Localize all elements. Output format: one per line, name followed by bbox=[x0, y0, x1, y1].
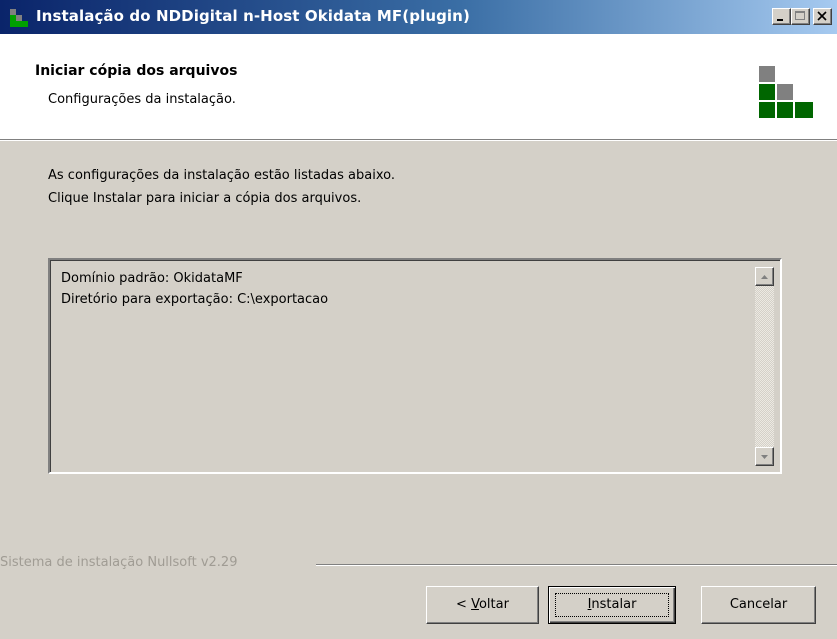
page-title: Iniciar cópia dos arquivos bbox=[35, 63, 238, 79]
vertical-scrollbar[interactable] bbox=[755, 267, 774, 466]
install-button[interactable]: Instalar bbox=[548, 586, 676, 624]
cancel-button[interactable]: Cancelar bbox=[701, 586, 816, 624]
installer-logo-icon bbox=[759, 66, 813, 118]
minimize-icon bbox=[777, 19, 783, 21]
installer-app-icon bbox=[10, 9, 28, 27]
intro-text: As configurações da instalação estão lis… bbox=[48, 168, 396, 183]
page-header bbox=[0, 34, 837, 140]
installer-window: Instalação do NDDigital n-Host Okidata M… bbox=[0, 0, 837, 639]
maximize-icon bbox=[795, 11, 805, 20]
page-subtitle: Configurações da instalação. bbox=[48, 92, 236, 107]
settings-summary-listbox[interactable]: Domínio padrão: OkidataMF Diretório para… bbox=[48, 258, 782, 474]
summary-line: Domínio padrão: OkidataMF bbox=[61, 271, 243, 286]
summary-line: Diretório para exportação: C:\exportacao bbox=[61, 292, 329, 307]
back-button[interactable]: < Voltar bbox=[426, 586, 539, 624]
arrow-up-icon bbox=[761, 275, 768, 279]
arrow-down-icon bbox=[761, 455, 768, 459]
close-icon bbox=[817, 11, 827, 21]
nsis-branding-text: Sistema de instalação Nullsoft v2.29 bbox=[0, 555, 238, 570]
header-divider bbox=[0, 140, 837, 141]
close-button[interactable] bbox=[813, 8, 832, 25]
maximize-button[interactable] bbox=[791, 8, 810, 25]
minimize-button[interactable] bbox=[772, 8, 791, 25]
scroll-down-button[interactable] bbox=[755, 447, 774, 466]
window-title: Instalação do NDDigital n-Host Okidata M… bbox=[36, 7, 470, 25]
instruction-text: Clique Instalar para iniciar a cópia dos… bbox=[48, 191, 362, 206]
scroll-up-button[interactable] bbox=[755, 267, 774, 286]
title-bar[interactable]: Instalação do NDDigital n-Host Okidata M… bbox=[0, 0, 837, 34]
